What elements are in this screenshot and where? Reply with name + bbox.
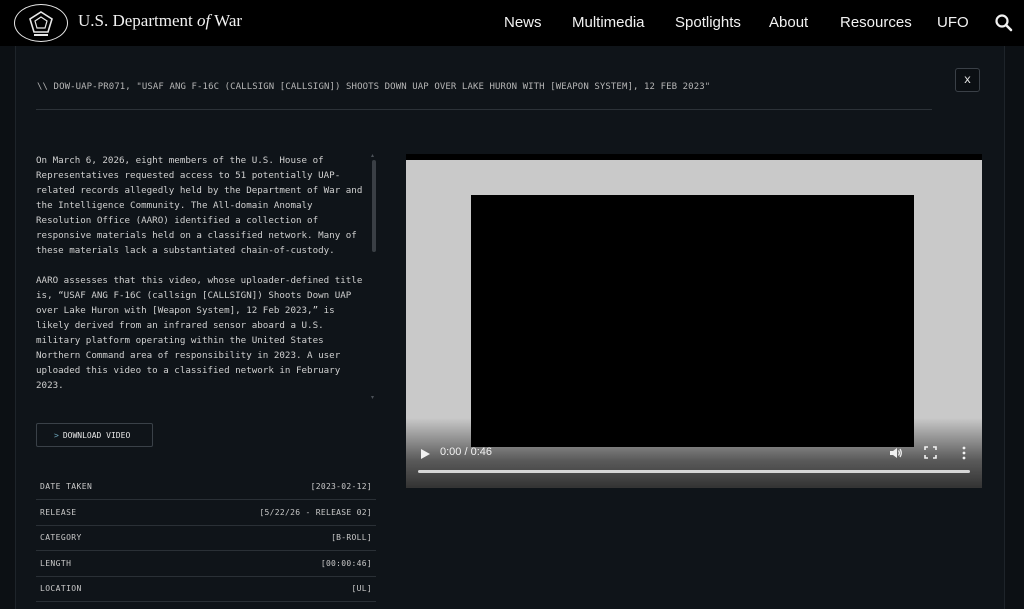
meta-row-length: LENGTH [00:00:46] bbox=[36, 551, 376, 577]
meta-row-release: RELEASE [5/22/26 - RELEASE 02] bbox=[36, 500, 376, 526]
meta-key: RELEASE bbox=[40, 508, 77, 517]
nav-about[interactable]: About bbox=[769, 14, 808, 31]
nav-resources[interactable]: Resources bbox=[840, 14, 912, 31]
top-nav-bar: U.S. Department of War News Multimedia S… bbox=[0, 0, 1024, 46]
meta-row-date-taken: DATE TAKEN [2023-02-12] bbox=[36, 474, 376, 500]
brand-of: of bbox=[196, 11, 211, 30]
meta-key: LENGTH bbox=[40, 559, 72, 568]
search-icon[interactable] bbox=[994, 13, 1014, 33]
nav-multimedia[interactable]: Multimedia bbox=[572, 14, 645, 31]
scroll-up-arrow-icon[interactable]: ▴ bbox=[371, 153, 377, 159]
description-paragraph: AARO assesses that this video, whose upl… bbox=[36, 275, 363, 391]
description-paragraph: On March 6, 2026, eight members of the U… bbox=[36, 155, 363, 256]
chevron-right-icon: > bbox=[54, 430, 59, 440]
fullscreen-icon[interactable] bbox=[924, 446, 937, 459]
record-description[interactable]: On March 6, 2026, eight members of the U… bbox=[36, 153, 370, 397]
meta-row-category: CATEGORY [B-ROLL] bbox=[36, 525, 376, 551]
pentagon-seal-icon[interactable] bbox=[14, 4, 68, 42]
scroll-down-arrow-icon[interactable]: ▾ bbox=[371, 395, 377, 401]
download-video-button[interactable]: > DOWNLOAD VIDEO bbox=[36, 423, 153, 447]
meta-key: CATEGORY bbox=[40, 533, 82, 542]
video-progress-bar[interactable] bbox=[418, 470, 970, 473]
meta-value: [B-ROLL] bbox=[331, 533, 372, 542]
nav-ufo[interactable]: UFO bbox=[937, 14, 969, 31]
meta-key: LOCATION bbox=[40, 584, 82, 593]
nav-spotlights[interactable]: Spotlights bbox=[675, 14, 741, 31]
meta-value: [00:00:46] bbox=[320, 559, 372, 568]
brand-suffix: War bbox=[210, 11, 243, 30]
nav-news[interactable]: News bbox=[504, 14, 542, 31]
site-brand[interactable]: U.S. Department of War bbox=[78, 11, 242, 31]
title-divider bbox=[36, 109, 932, 110]
description-scrollbar-thumb[interactable] bbox=[372, 160, 376, 252]
more-vertical-icon[interactable] bbox=[960, 446, 968, 460]
video-player[interactable]: 0:00 / 0:46 bbox=[406, 154, 982, 488]
video-frame[interactable] bbox=[471, 195, 914, 447]
video-time: 0:00 / 0:46 bbox=[440, 446, 492, 458]
meta-value: [5/22/26 - RELEASE 02] bbox=[259, 508, 372, 517]
volume-icon[interactable] bbox=[889, 446, 903, 460]
meta-key: DATE TAKEN bbox=[40, 482, 93, 491]
meta-value: [UL] bbox=[351, 584, 372, 593]
close-button[interactable]: x bbox=[955, 68, 980, 92]
meta-row-location: LOCATION [UL] bbox=[36, 576, 376, 602]
play-icon[interactable] bbox=[419, 447, 431, 459]
brand-prefix: U.S. Department bbox=[78, 11, 197, 30]
download-video-label: DOWNLOAD VIDEO bbox=[62, 430, 131, 440]
record-title: \\ DOW-UAP-PR071, "USAF ANG F-16C (CALLS… bbox=[37, 82, 711, 92]
meta-value: [2023-02-12] bbox=[310, 482, 372, 491]
